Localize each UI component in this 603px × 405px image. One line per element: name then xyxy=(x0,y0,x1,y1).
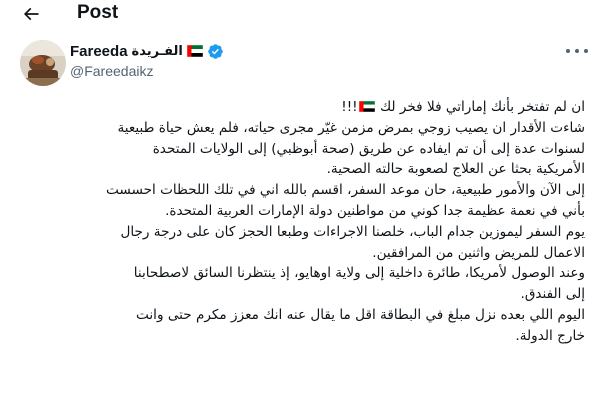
tweet-text: ان لم تفتخر بأنك إماراتي فلا فخر لك !!! … xyxy=(15,97,585,347)
author-handle[interactable]: @Fareedaikz xyxy=(70,63,153,79)
tweet-line: يوم السفر ليموزين جدام الباب، خلصنا الاج… xyxy=(120,223,586,240)
tweet-line: وعند الوصول لأمريكا، طائرة داخلية إلى ول… xyxy=(133,265,585,282)
tweet-line: اليوم اللي بعده نزل مبلغ في البطاقة اقل … xyxy=(136,306,585,323)
top-bar: Post xyxy=(0,0,603,30)
arrow-left-icon xyxy=(23,7,39,21)
tweet-line: الأمريكية بحثا عن العلاج لصعوبة حالته ال… xyxy=(326,161,585,178)
more-horizontal-icon xyxy=(566,49,570,53)
more-options-button[interactable] xyxy=(566,44,588,58)
tweet-line: لسنوات عدة إلى أن تم ايفاده عن طريق (صحة… xyxy=(152,140,585,157)
author-display-name-arabic[interactable]: الفـريدة xyxy=(132,44,183,59)
avatar-image xyxy=(20,40,66,86)
author-display-name[interactable]: Fareeda xyxy=(70,43,128,60)
tweet-line: شاءت الأقدار ان يصيب زوجي بمرض مزمن غيّر… xyxy=(117,119,585,136)
uae-flag-icon xyxy=(358,101,375,112)
verified-badge-icon xyxy=(208,43,223,59)
tweet-line: بأني في نعمة عظيمة جدا كوني من مواطنين د… xyxy=(165,202,585,219)
back-button[interactable] xyxy=(18,2,44,26)
tweet-line: الاعمال للمريض واثنين من المرافقين. xyxy=(372,244,585,261)
uae-flag-icon xyxy=(186,45,203,57)
tweet-line: إلى الفندق. xyxy=(520,286,585,303)
page-title: Post xyxy=(77,2,119,23)
avatar[interactable] xyxy=(20,40,66,86)
tweet-line: ان لم تفتخر بأنك إماراتي فلا فخر لك !!! xyxy=(341,99,585,115)
author-line: Fareeda الفـريدة xyxy=(70,41,224,61)
tweet-line: خارج الدولة. xyxy=(515,327,585,344)
tweet-line: إلى الآن والأمور طبيعية، حان موعد السفر،… xyxy=(106,182,585,199)
